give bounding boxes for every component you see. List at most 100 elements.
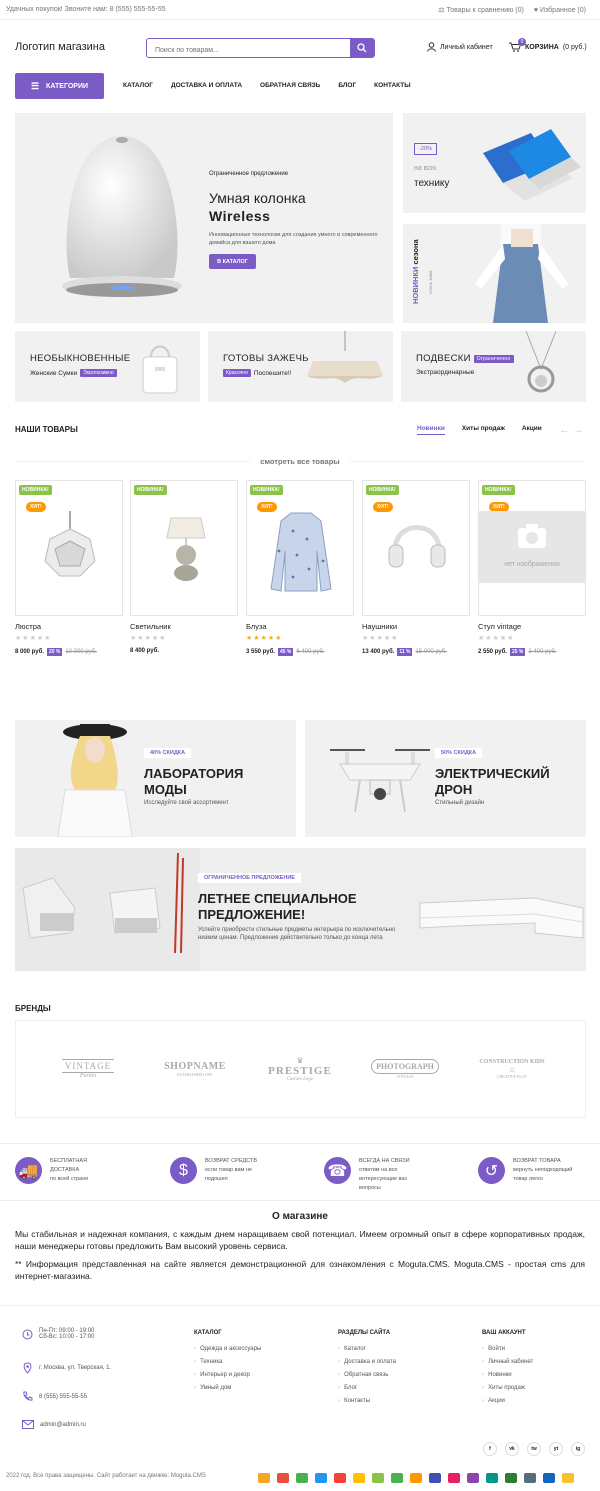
no-image-placeholder: нет изображения bbox=[479, 511, 585, 583]
pendants-banner[interactable]: ПОДВЕСКИ Ограниченно Экстраординарные bbox=[401, 331, 586, 402]
product-name[interactable]: Блуза bbox=[246, 622, 267, 631]
old-price: 3 400 руб. bbox=[528, 649, 557, 655]
footer-link[interactable]: Умный дом bbox=[194, 1385, 261, 1391]
tab-sales[interactable]: Акции bbox=[522, 425, 542, 435]
fashion-model-image bbox=[57, 724, 133, 837]
discount-badge: 20 % bbox=[46, 648, 63, 656]
footer-link[interactable]: Интерьер и декор bbox=[194, 1372, 261, 1378]
payment-method-icon bbox=[372, 1473, 384, 1483]
mail-icon bbox=[22, 1420, 34, 1429]
header: Логотип магазина Личный кабинет 0 КОРЗИН… bbox=[0, 20, 600, 72]
footer-link[interactable]: Техника bbox=[194, 1359, 261, 1365]
payment-method-icon bbox=[543, 1473, 555, 1483]
product-name[interactable]: Люстра bbox=[15, 622, 41, 631]
twitter-icon[interactable]: tw bbox=[527, 1442, 541, 1456]
prev-arrow-icon[interactable]: ← bbox=[559, 424, 570, 436]
brand-logo[interactable]: CONSTRUCTION KIDS ⌂ CREATIVE PLAY bbox=[462, 1044, 562, 1094]
youtube-icon[interactable]: yt bbox=[549, 1442, 563, 1456]
drone-discount-label: 50% СКИДКА bbox=[435, 748, 483, 758]
model-image bbox=[475, 224, 568, 323]
tab-hits[interactable]: Хиты продаж bbox=[462, 425, 505, 435]
product-card[interactable]: НОВИНКА! bbox=[130, 480, 238, 616]
footer-link[interactable]: Обратная связь bbox=[338, 1372, 396, 1378]
footer-link[interactable]: Новинки bbox=[482, 1372, 533, 1378]
product-name[interactable]: Наушники bbox=[362, 622, 397, 631]
old-price: 10 000 руб. bbox=[65, 649, 97, 655]
footer-link[interactable]: Одежда и аксессуары bbox=[194, 1346, 261, 1352]
next-arrow-icon[interactable]: → bbox=[573, 424, 584, 436]
tab-new[interactable]: Новинки bbox=[417, 425, 445, 435]
payment-method-icon bbox=[448, 1473, 460, 1483]
product-name[interactable]: Стул vintage bbox=[478, 622, 521, 631]
favorites-link[interactable]: ♥ Избранное (0) bbox=[534, 6, 586, 14]
site-logo[interactable]: Логотип магазина bbox=[15, 41, 105, 53]
bags-banner[interactable]: НЕОБЫКНОВЕННЫЕ Женские Сумки Эксклюзивно bbox=[15, 331, 200, 402]
phone[interactable]: 8 (555) 555-55-55 bbox=[22, 1391, 87, 1402]
email[interactable]: admin@admin.ru bbox=[22, 1420, 86, 1429]
main-nav: ☰ КАТЕГОРИИ КАТАЛОГ ДОСТАВКА И ОПЛАТА ОБ… bbox=[0, 73, 600, 100]
footer-link[interactable]: Контакты bbox=[338, 1398, 396, 1404]
product-card[interactable]: НОВИНКА! ХИТ! нет изображения bbox=[478, 480, 586, 616]
product-name[interactable]: Светильник bbox=[130, 622, 171, 631]
product-card[interactable]: НОВИНКА! ХИТ! bbox=[15, 480, 123, 616]
hero-catalog-button[interactable]: В КАТАЛОГ bbox=[209, 254, 256, 269]
vk-icon[interactable]: vk bbox=[505, 1442, 519, 1456]
facebook-icon[interactable]: f bbox=[483, 1442, 497, 1456]
brand-logo[interactable]: PHOTOGRAPH VINTAGE bbox=[355, 1044, 455, 1094]
payment-method-icon bbox=[353, 1473, 365, 1483]
fashion-banner-title: ЛАБОРАТОРИЯ МОДЫ bbox=[144, 766, 244, 797]
cart-link[interactable]: 0 КОРЗИНА (0 руб.) bbox=[509, 38, 587, 52]
payment-method-icon bbox=[467, 1473, 479, 1483]
see-all-products-link[interactable]: смотреть все товары bbox=[250, 457, 350, 466]
new-badge: НОВИНКА! bbox=[250, 485, 283, 495]
top-bar-phone-text: Удачных покупок! Звоните нам: 8 (555) 55… bbox=[6, 6, 166, 13]
feature-refund: $ ВОЗВРАТ СРЕДСТВ если товар вам не подоше… bbox=[170, 1157, 275, 1184]
rating-stars: ★★★★★ bbox=[15, 635, 52, 642]
fashion-discount-label: 40% СКИДКА bbox=[144, 748, 192, 758]
drone-banner[interactable]: 50% СКИДКА ЭЛЕКТРИЧЕСКИЙ ДРОН Стильный ди… bbox=[305, 720, 586, 837]
season-banner-title: НОВИНКИ сезона bbox=[411, 239, 420, 304]
fashion-lab-banner[interactable]: 40% СКИДКА ЛАБОРАТОРИЯ МОДЫ Исследуйте св… bbox=[15, 720, 296, 837]
tech-discount-banner[interactable]: -20% на всю технику bbox=[403, 113, 586, 213]
feature-delivery: 🚚 БЕСПЛАТНАЯ ДОСТАВКА по всей стране bbox=[15, 1157, 110, 1184]
new-season-banner[interactable]: НОВИНКИ сезона осень зима bbox=[403, 224, 586, 323]
footer-link[interactable]: Войти bbox=[482, 1346, 533, 1352]
payment-method-icon bbox=[277, 1473, 289, 1483]
product-card[interactable]: НОВИНКА! ХИТ! bbox=[246, 480, 354, 616]
footer-link[interactable]: Блог bbox=[338, 1385, 396, 1391]
nav-delivery[interactable]: ДОСТАВКА И ОПЛАТА bbox=[171, 82, 242, 89]
products-section-title: НАШИ ТОВАРЫ bbox=[15, 425, 78, 434]
phone-icon bbox=[23, 1391, 33, 1401]
compare-link[interactable]: ⚖ Товары к сравнению (0) bbox=[438, 6, 524, 15]
old-price: 15 000 руб. bbox=[415, 649, 447, 655]
clock-icon bbox=[22, 1329, 33, 1339]
rating-stars: ★★★★★ bbox=[478, 635, 515, 642]
nav-catalog[interactable]: КАТАЛОГ bbox=[123, 82, 153, 89]
footer-link[interactable]: Личный кабинет bbox=[482, 1359, 533, 1365]
lamps-banner[interactable]: ГОТОВЫ ЗАЖЕЧЬ Красочно Поспешите!! bbox=[208, 331, 393, 402]
discount-badge: 25 % bbox=[509, 648, 526, 656]
brand-logo[interactable]: VINTAGE Parkin bbox=[38, 1044, 138, 1094]
footer-link[interactable]: Акции bbox=[482, 1398, 533, 1404]
instagram-icon[interactable]: ig bbox=[571, 1442, 585, 1456]
new-badge: НОВИНКА! bbox=[366, 485, 399, 495]
brand-logo[interactable]: ♛ PRESTIGE Custom Logo bbox=[250, 1044, 350, 1094]
brand-logo[interactable]: SHOPNAME ESTABLISHED 1987 bbox=[145, 1044, 245, 1094]
footer-link[interactable]: Доставка и оплата bbox=[338, 1359, 396, 1365]
heart-icon: ♥ bbox=[533, 6, 539, 14]
account-link[interactable]: Личный кабинет bbox=[427, 42, 493, 52]
nav-feedback[interactable]: ОБРАТНАЯ СВЯЗЬ bbox=[260, 82, 320, 89]
search-input[interactable] bbox=[147, 41, 347, 57]
summer-offer-banner[interactable]: ОГРАНИЧЕННОЕ ПРЕДЛОЖЕНИЕ ЛЕТНЕЕ СПЕЦИАЛЬ… bbox=[15, 848, 586, 971]
hero-banner[interactable]: Ограниченное предложение Умная колонка W… bbox=[15, 113, 393, 323]
footer-sections-column: РАЗДЕЛЫ САЙТА Каталог Доставка и оплата … bbox=[338, 1330, 396, 1411]
nav-blog[interactable]: БЛОГ bbox=[338, 82, 356, 89]
footer-link[interactable]: Каталог bbox=[338, 1346, 396, 1352]
table-lamp-image bbox=[166, 517, 206, 581]
search-button[interactable] bbox=[350, 39, 374, 57]
product-card[interactable]: НОВИНКА! ХИТ! bbox=[362, 480, 470, 616]
search-icon bbox=[357, 43, 367, 53]
categories-button[interactable]: ☰ КАТЕГОРИИ bbox=[15, 73, 104, 99]
footer-link[interactable]: Хиты продаж bbox=[482, 1385, 533, 1391]
nav-contacts[interactable]: КОНТАКТЫ bbox=[374, 82, 410, 89]
